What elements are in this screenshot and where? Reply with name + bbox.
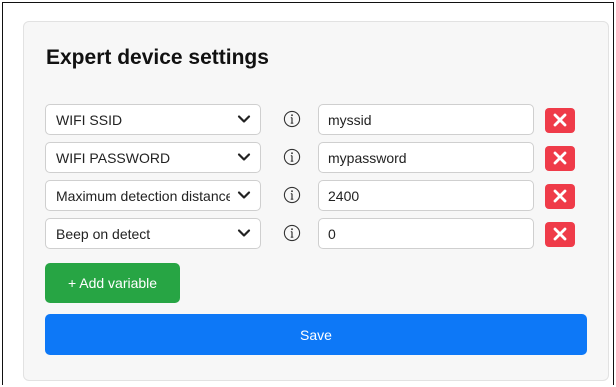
variable-value-input[interactable] — [318, 218, 534, 249]
variable-name-select[interactable]: WIFI PASSWORD — [45, 142, 261, 173]
info-icon[interactable] — [283, 224, 301, 242]
card-title: Expert device settings — [46, 46, 269, 69]
add-variable-button[interactable]: + Add variable — [45, 263, 180, 303]
expert-settings-card: Expert device settings WIFI SSID myssid … — [23, 21, 609, 381]
variable-name-label: Beep on detect — [56, 226, 151, 242]
delete-variable-button[interactable] — [545, 222, 575, 247]
variable-name-label: WIFI SSID — [56, 112, 123, 128]
close-icon — [553, 189, 567, 203]
window-frame: Expert device settings WIFI SSID myssid … — [2, 2, 614, 385]
variable-name-select[interactable]: WIFI SSID — [45, 104, 261, 135]
variable-row: WIFI PASSWORD — [45, 142, 575, 175]
chevron-down-icon — [237, 153, 251, 161]
variable-name-select[interactable]: Maximum detection distance — [45, 180, 261, 211]
info-icon[interactable] — [283, 148, 301, 166]
close-icon — [553, 151, 567, 165]
variable-value-input[interactable] — [318, 104, 534, 135]
delete-variable-button[interactable] — [545, 108, 575, 133]
chevron-down-icon — [237, 115, 251, 123]
save-button[interactable]: Save — [45, 314, 587, 355]
close-icon — [553, 227, 567, 241]
chevron-down-icon — [237, 229, 251, 237]
variable-row: Maximum detection distance — [45, 180, 575, 213]
delete-variable-button[interactable] — [545, 184, 575, 209]
variable-row: Beep on detect — [45, 218, 575, 251]
info-icon[interactable] — [283, 186, 301, 204]
variable-row: WIFI SSID — [45, 104, 575, 137]
close-icon — [553, 113, 567, 127]
variable-value-input[interactable] — [318, 180, 534, 211]
variable-name-label: Maximum detection distance — [56, 188, 230, 204]
variable-name-select[interactable]: Beep on detect — [45, 218, 261, 249]
chevron-down-icon — [237, 191, 251, 199]
delete-variable-button[interactable] — [545, 146, 575, 171]
info-icon[interactable] — [283, 110, 301, 128]
variable-name-label: WIFI PASSWORD — [56, 150, 171, 166]
variable-value-input[interactable] — [318, 142, 534, 173]
